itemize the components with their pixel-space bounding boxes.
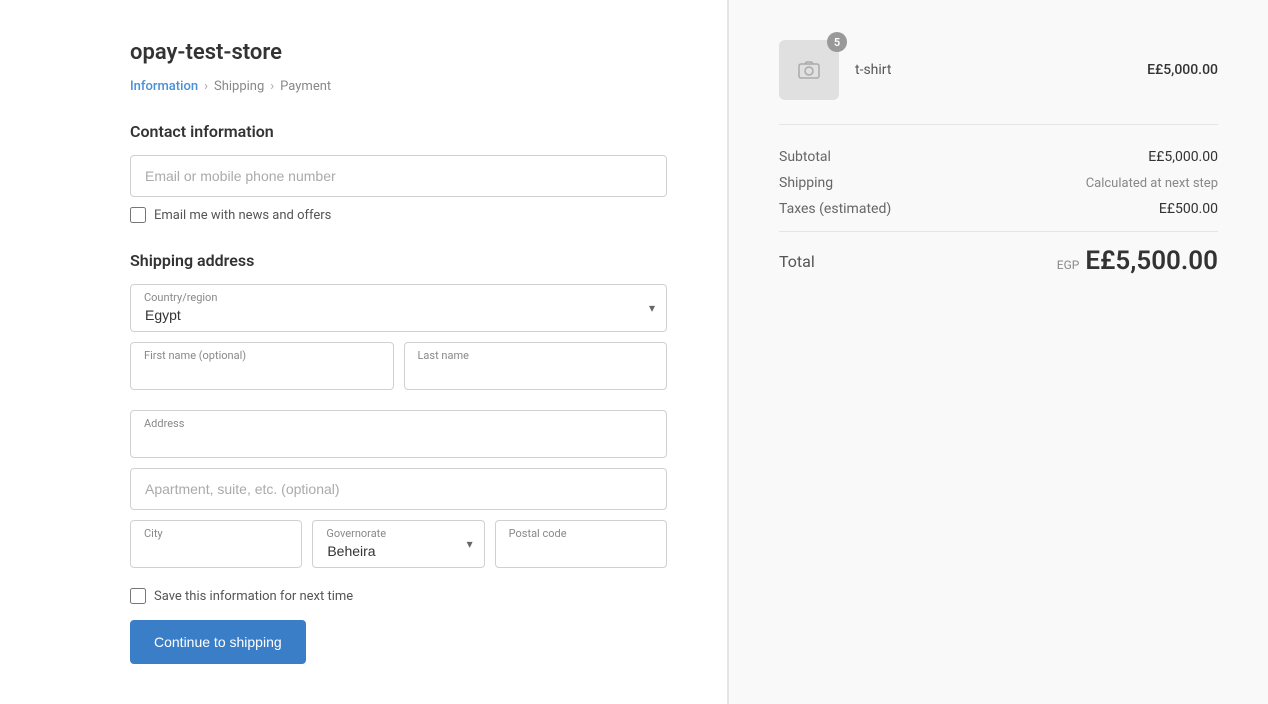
breadcrumb: Information › Shipping › Payment (130, 79, 667, 94)
subtotal-row: Subtotal E£5,000.00 (779, 149, 1218, 165)
total-value-wrapper: EGP E£5,500.00 (1057, 246, 1218, 276)
total-value: E£5,500.00 (1085, 246, 1218, 276)
product-price: E£5,000.00 (1147, 62, 1218, 78)
country-group: Country/region Egypt ▾ (130, 284, 667, 332)
cart-item: 5 t-shirt E£5,000.00 (779, 40, 1218, 125)
total-label: Total (779, 252, 815, 271)
product-image-wrapper: 5 (779, 40, 839, 100)
shipping-section: Shipping address Country/region Egypt ▾ … (130, 251, 667, 664)
taxes-value: E£500.00 (1159, 201, 1218, 217)
left-panel: opay-test-store Information › Shipping ›… (0, 0, 728, 704)
country-select-wrapper: Country/region Egypt ▾ (130, 284, 667, 332)
news-offers-label[interactable]: Email me with news and offers (154, 208, 331, 223)
news-offers-checkbox[interactable] (130, 207, 146, 223)
taxes-row: Taxes (estimated) E£500.00 (779, 201, 1218, 217)
postal-group: Postal code 10000 (495, 520, 667, 568)
shipping-value: Calculated at next step (1086, 176, 1218, 191)
name-row: First name (optional) jerry Last name wa… (130, 342, 667, 400)
total-row: Total EGP E£5,500.00 (779, 231, 1218, 276)
governorate-select-wrapper: Governorate Beheira ▾ (312, 520, 484, 568)
store-title: opay-test-store (130, 40, 667, 65)
governorate-group: Governorate Beheira ▾ (312, 520, 484, 568)
save-info-checkbox[interactable] (130, 588, 146, 604)
shipping-label: Shipping (779, 175, 833, 191)
cart-badge: 5 (827, 32, 847, 52)
city-gov-postal-row: City sadasd Governorate Beheira ▾ Postal… (130, 520, 667, 578)
address-group: Address sdsadasda (130, 410, 667, 458)
breadcrumb-sep-2: › (270, 79, 274, 94)
total-currency: EGP (1057, 258, 1080, 272)
first-name-group: First name (optional) jerry (130, 342, 394, 390)
address-input[interactable]: sdsadasda (130, 410, 667, 458)
contact-section-title: Contact information (130, 122, 667, 141)
breadcrumb-payment[interactable]: Payment (280, 79, 331, 94)
news-offers-row: Email me with news and offers (130, 207, 667, 223)
last-name-input[interactable]: wang (404, 342, 668, 390)
last-name-group: Last name wang (404, 342, 668, 390)
first-name-input[interactable]: jerry (130, 342, 394, 390)
city-group: City sadasd (130, 520, 302, 568)
product-name: t-shirt (855, 62, 1131, 78)
shipping-section-title: Shipping address (130, 251, 667, 270)
subtotal-label: Subtotal (779, 149, 831, 165)
breadcrumb-sep-1: › (204, 79, 208, 94)
country-select[interactable]: Egypt (130, 284, 667, 332)
apartment-group (130, 468, 667, 510)
city-input[interactable]: sadasd (130, 520, 302, 568)
right-panel: 5 t-shirt E£5,000.00 Subtotal E£5,000.00… (728, 0, 1268, 704)
continue-to-shipping-button[interactable]: Continue to shipping (130, 620, 306, 664)
taxes-label: Taxes (estimated) (779, 201, 891, 217)
postal-input[interactable]: 10000 (495, 520, 667, 568)
breadcrumb-information[interactable]: Information (130, 79, 198, 94)
save-info-label[interactable]: Save this information for next time (154, 589, 353, 604)
governorate-select[interactable]: Beheira (312, 520, 484, 568)
subtotal-value: E£5,000.00 (1148, 149, 1218, 165)
shipping-row: Shipping Calculated at next step (779, 175, 1218, 191)
email-input[interactable] (130, 155, 667, 197)
save-info-row: Save this information for next time (130, 588, 667, 604)
apartment-input[interactable] (130, 468, 667, 510)
breadcrumb-shipping[interactable]: Shipping (214, 79, 264, 94)
